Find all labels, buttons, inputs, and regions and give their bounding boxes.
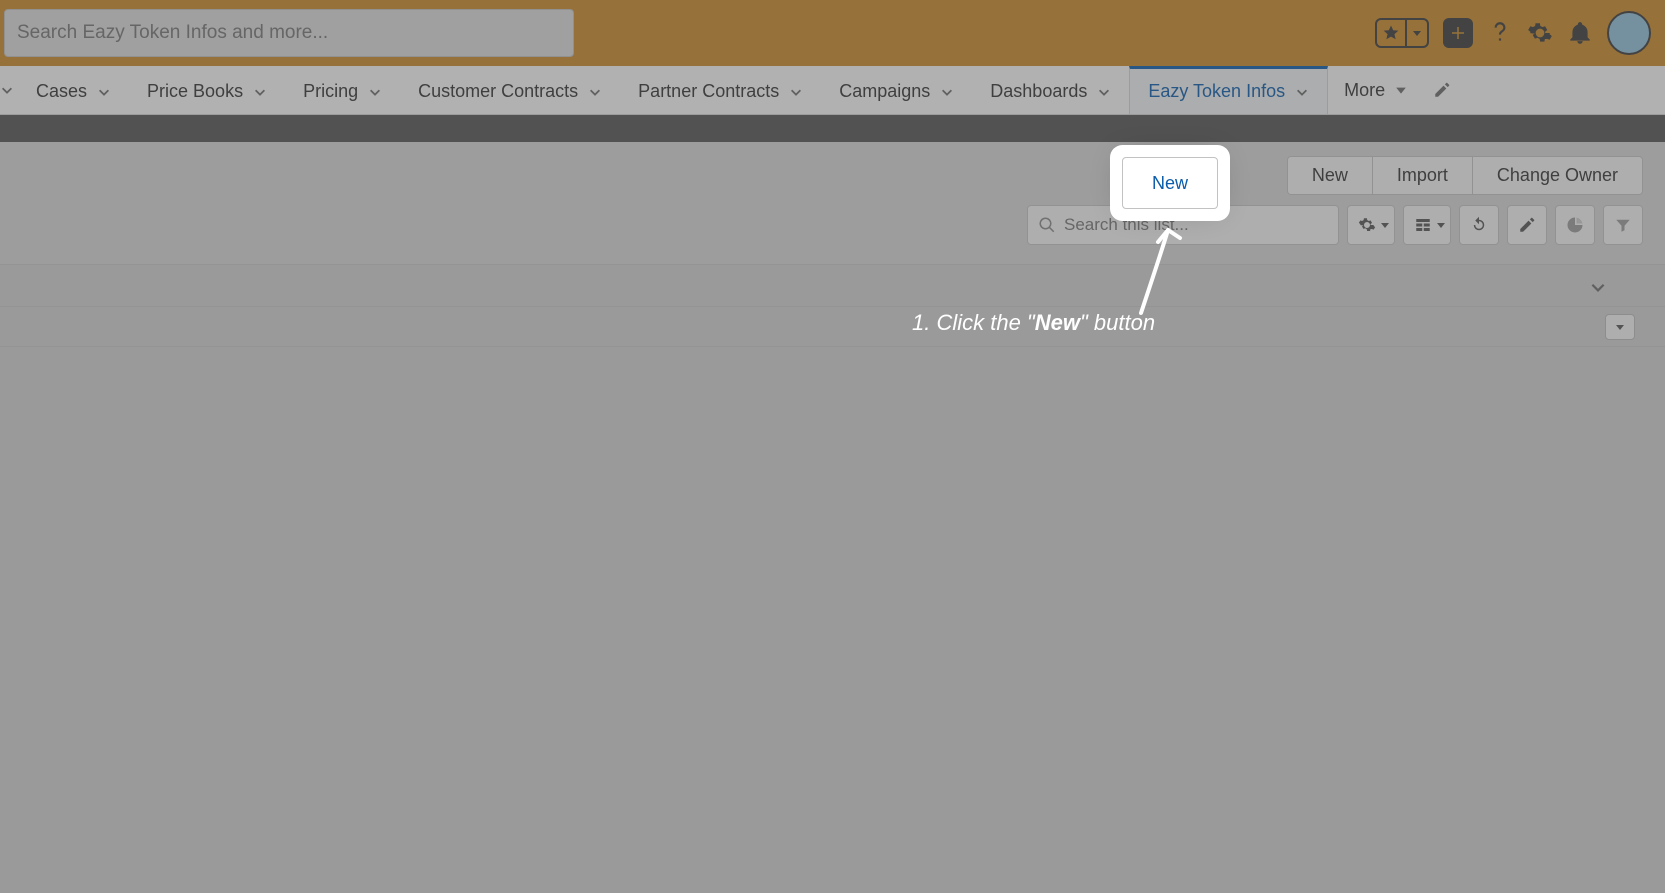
list-action-buttons: New Import Change Owner [1287, 156, 1643, 195]
help-button[interactable] [1487, 20, 1513, 46]
chevron-down-icon [1295, 85, 1309, 99]
setup-button[interactable] [1527, 20, 1553, 46]
user-avatar[interactable] [1607, 11, 1651, 55]
caret-down-icon [1412, 28, 1422, 38]
favorites-combo [1375, 18, 1429, 48]
list-search-input[interactable] [1064, 215, 1328, 235]
caret-down-icon [1615, 322, 1625, 332]
pie-chart-icon [1566, 216, 1584, 234]
caret-down-icon [1380, 220, 1390, 230]
nav-more-label: More [1344, 80, 1385, 101]
list-tool-row [1027, 205, 1643, 245]
import-button[interactable]: Import [1373, 156, 1473, 195]
context-bar [0, 115, 1665, 142]
global-header [0, 0, 1665, 66]
nav-item-partner-contracts[interactable]: Partner Contracts [620, 66, 821, 114]
annotation-suffix: " button [1080, 310, 1155, 335]
new-button-label: New [1152, 173, 1188, 194]
annotation-arrow [1126, 218, 1196, 318]
divider [0, 306, 1665, 307]
filter-button[interactable] [1603, 205, 1643, 245]
gear-icon [1358, 216, 1376, 234]
annotation-prefix: 1. Click the " [912, 310, 1035, 335]
nav-item-cases[interactable]: Cases [18, 66, 129, 114]
nav-label: Pricing [303, 81, 358, 102]
list-toolbar: New Import Change Owner [1027, 156, 1643, 245]
nav-label: Dashboards [990, 81, 1087, 102]
chevron-down-icon [97, 85, 111, 99]
plus-icon [1449, 24, 1467, 42]
global-add-button[interactable] [1443, 18, 1473, 48]
filter-icon [1614, 216, 1632, 234]
nav-more[interactable]: More [1328, 66, 1423, 114]
nav-item-customer-contracts[interactable]: Customer Contracts [400, 66, 620, 114]
nav-label: Price Books [147, 81, 243, 102]
new-button-highlight[interactable]: New [1122, 157, 1218, 209]
nav-label: Cases [36, 81, 87, 102]
question-icon [1487, 20, 1513, 46]
notifications-button[interactable] [1567, 20, 1593, 46]
bell-icon [1567, 20, 1593, 46]
chevron-down-icon [1589, 278, 1607, 296]
nav-item-campaigns[interactable]: Campaigns [821, 66, 972, 114]
row-actions-button[interactable] [1605, 314, 1635, 340]
nav-overflow-left[interactable] [0, 66, 18, 114]
inline-edit-button[interactable] [1507, 205, 1547, 245]
column-sort-toggle[interactable] [1589, 278, 1607, 296]
nav-label: Eazy Token Infos [1148, 81, 1285, 102]
nav-label: Campaigns [839, 81, 930, 102]
nav-item-dashboards[interactable]: Dashboards [972, 66, 1129, 114]
favorites-button[interactable] [1377, 20, 1407, 46]
edit-nav-button[interactable] [1423, 66, 1461, 114]
chevron-down-icon [368, 85, 382, 99]
chart-button[interactable] [1555, 205, 1595, 245]
nav-item-eazy-token-infos[interactable]: Eazy Token Infos [1129, 66, 1328, 114]
global-search-input[interactable] [4, 9, 574, 57]
nav-item-pricing[interactable]: Pricing [285, 66, 400, 114]
display-as-button[interactable] [1403, 205, 1451, 245]
search-icon [1038, 216, 1056, 234]
arrow-icon [1126, 218, 1196, 318]
nav-label: Customer Contracts [418, 81, 578, 102]
chevron-down-icon [253, 85, 267, 99]
chevron-down-icon [588, 85, 602, 99]
list-view: New Import Change Owner [0, 142, 1665, 893]
chevron-down-icon [940, 85, 954, 99]
table-icon [1414, 216, 1432, 234]
annotation-bold: New [1035, 310, 1080, 335]
divider [0, 346, 1665, 347]
nav-item-price-books[interactable]: Price Books [129, 66, 285, 114]
refresh-icon [1470, 216, 1488, 234]
divider [0, 264, 1665, 265]
annotation-caption: 1. Click the "New" button [912, 310, 1155, 336]
change-owner-button[interactable]: Change Owner [1473, 156, 1643, 195]
pencil-icon [1518, 216, 1536, 234]
global-header-actions [1375, 11, 1665, 55]
object-nav: Cases Price Books Pricing Customer Contr… [0, 66, 1665, 115]
favorites-menu-button[interactable] [1407, 20, 1427, 46]
nav-label: Partner Contracts [638, 81, 779, 102]
caret-down-icon [1395, 84, 1407, 96]
star-icon [1382, 24, 1400, 42]
refresh-button[interactable] [1459, 205, 1499, 245]
pencil-icon [1433, 81, 1451, 99]
list-body [0, 264, 1665, 893]
gear-icon [1527, 20, 1553, 46]
list-view-controls-button[interactable] [1347, 205, 1395, 245]
chevron-down-icon [0, 83, 14, 97]
chevron-down-icon [789, 85, 803, 99]
caret-down-icon [1436, 220, 1446, 230]
new-button[interactable]: New [1287, 156, 1373, 195]
chevron-down-icon [1097, 85, 1111, 99]
